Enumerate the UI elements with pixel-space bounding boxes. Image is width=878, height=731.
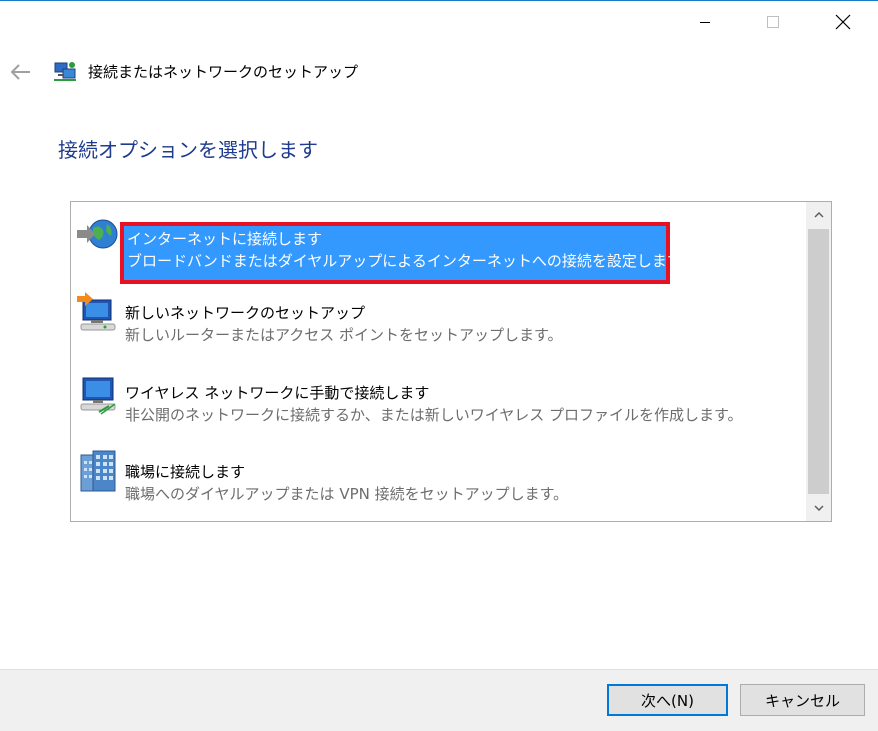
option-connect-internet[interactable]: インターネットに接続します ブロードバンドまたはダイヤルアップによるインターネッ…: [71, 210, 806, 284]
maximize-icon: [767, 16, 779, 28]
option-description: 新しいルーターまたはアクセス ポイントをセットアップします。: [125, 326, 563, 344]
scroll-down-button[interactable]: [806, 495, 831, 521]
chevron-up-icon: [813, 212, 824, 218]
back-arrow-icon: [10, 64, 30, 80]
option-description: ブロードバンドまたはダイヤルアップによるインターネットへの接続を設定します。: [127, 252, 696, 270]
wireless-network-icon: [80, 377, 116, 415]
option-new-network[interactable]: 新しいネットワークのセットアップ 新しいルーターまたはアクセス ポイントをセット…: [71, 288, 806, 360]
window-title: 接続またはネットワークのセットアップ: [88, 63, 359, 81]
option-title: インターネットに接続します: [127, 230, 323, 248]
list-scrollbar[interactable]: [806, 202, 831, 521]
maximize-button[interactable]: [750, 2, 796, 42]
scroll-thumb[interactable]: [808, 229, 829, 494]
option-title: 新しいネットワークのセットアップ: [125, 304, 366, 322]
connection-options-list: インターネットに接続します ブロードバンドまたはダイヤルアップによるインターネッ…: [70, 201, 832, 522]
close-button[interactable]: [820, 2, 866, 42]
network-connection-icon: [54, 62, 76, 81]
close-icon: [835, 14, 851, 30]
option-title: 職場に接続します: [125, 463, 246, 481]
option-description: 非公開のネットワークに接続するか、または新しいワイヤレス プロファイルを作成しま…: [125, 406, 743, 424]
option-description: 職場へのダイヤルアップまたは VPN 接続をセットアップします。: [125, 485, 569, 503]
option-connect-workplace[interactable]: 職場に接続します 職場へのダイヤルアップまたは VPN 接続をセットアップします…: [71, 447, 806, 519]
option-wireless-manual[interactable]: ワイヤレス ネットワークに手動で接続します 非公開のネットワークに接続するか、ま…: [71, 368, 806, 440]
cancel-button[interactable]: キャンセル: [740, 684, 865, 716]
option-text: 職場に接続します 職場へのダイヤルアップまたは VPN 接続をセットアップします…: [125, 461, 568, 505]
option-title: ワイヤレス ネットワークに手動で接続します: [125, 384, 430, 402]
option-text: 新しいネットワークのセットアップ 新しいルーターまたはアクセス ポイントをセット…: [125, 302, 563, 346]
option-text: インターネットに接続します ブロードバンドまたはダイヤルアップによるインターネッ…: [127, 228, 695, 272]
next-button[interactable]: 次へ(N): [607, 684, 728, 716]
network-setup-icon: [77, 292, 116, 331]
workplace-building-icon: [80, 450, 116, 492]
back-button[interactable]: [6, 58, 36, 86]
chevron-down-icon: [813, 505, 824, 511]
scroll-up-button[interactable]: [806, 202, 831, 228]
globe-icon: [77, 219, 118, 249]
minimize-icon: [700, 22, 710, 23]
option-text: ワイヤレス ネットワークに手動で接続します 非公開のネットワークに接続するか、ま…: [125, 382, 743, 426]
minimize-button[interactable]: [682, 2, 728, 42]
page-heading: 接続オプションを選択します: [58, 138, 318, 162]
window-top-border: [0, 0, 878, 1]
